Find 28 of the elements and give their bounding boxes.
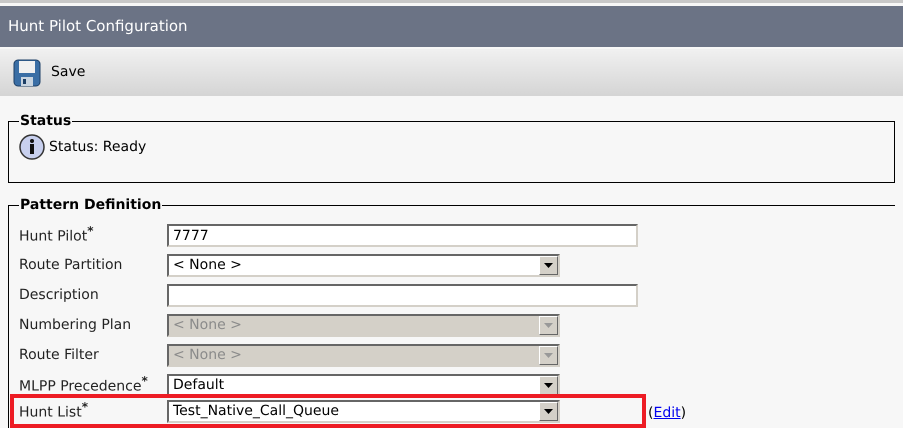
section-legend: Status [19, 111, 72, 132]
edit-link-text: (Edit) [648, 404, 686, 422]
text-field[interactable]: 7777 [167, 224, 638, 248]
required-marker: * [141, 374, 148, 388]
required-marker: * [82, 400, 88, 414]
dropdown[interactable]: Default [167, 374, 560, 396]
status-message: Status: Ready [49, 138, 146, 156]
required-marker: * [87, 224, 94, 238]
caret-icon [539, 402, 558, 420]
save-button[interactable]: Save [13, 58, 86, 86]
info-icon [19, 134, 45, 160]
section-legend: Pattern Definition [19, 195, 162, 216]
field-label: Numbering Plan [19, 316, 132, 334]
caret-icon [539, 346, 558, 364]
field-label: Description [19, 286, 100, 304]
field-label: MLPP Precedence$^{*}$ [19, 373, 149, 397]
field-label: Hunt List$^{*}$ [19, 399, 89, 423]
caret-icon [539, 256, 558, 274]
caret-icon [539, 316, 558, 334]
window-title: Hunt Pilot Configuration [8, 16, 188, 38]
field-label: Route Filter [19, 346, 100, 364]
dropdown[interactable]: < None > [167, 254, 560, 276]
caret-icon [539, 376, 558, 394]
edit-link[interactable]: Edit [653, 404, 681, 420]
text-field[interactable] [167, 284, 638, 308]
dropdown[interactable]: Test_Native_Call_Queue [167, 400, 560, 422]
field-label: Route Partition [19, 256, 124, 274]
field-label: Hunt Pilot$^{*}$ [19, 223, 94, 247]
